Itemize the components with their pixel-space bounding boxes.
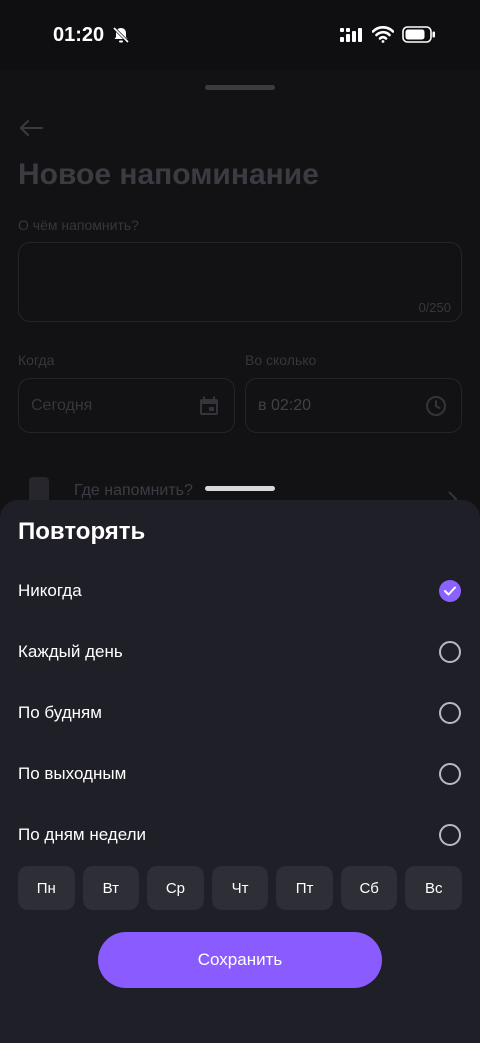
- repeat-option-weekdays[interactable]: По будням: [0, 688, 480, 738]
- character-counter: 0/250: [418, 300, 451, 315]
- repeat-option-weekends[interactable]: По выходным: [0, 749, 480, 799]
- back-arrow-icon[interactable]: [18, 118, 44, 138]
- battery-icon: [402, 26, 435, 43]
- radio-icon[interactable]: [439, 641, 461, 663]
- day-chip-wed[interactable]: Ср: [147, 866, 204, 910]
- repeat-option-every-day[interactable]: Каждый день: [0, 627, 480, 677]
- day-chip-tue[interactable]: Вт: [82, 866, 140, 910]
- page-title: Новое напоминание: [18, 158, 319, 191]
- date-field[interactable]: Сегодня: [18, 378, 235, 433]
- about-label: О чём напомнить?: [18, 217, 139, 233]
- sheet-title: Повторять: [18, 518, 146, 545]
- day-chip-sat[interactable]: Сб: [340, 866, 398, 910]
- when-label: Когда: [18, 352, 55, 368]
- time-value: в 02:20: [258, 397, 311, 414]
- repeat-option-never[interactable]: Никогда: [0, 566, 480, 616]
- option-label: Каждый день: [18, 642, 123, 661]
- option-label: По выходным: [18, 764, 127, 783]
- option-label: По будням: [18, 703, 102, 722]
- time-field[interactable]: в 02:20: [245, 378, 462, 433]
- screen-grabber: [205, 85, 275, 90]
- radio-icon[interactable]: [439, 702, 461, 724]
- bell-off-icon: [112, 26, 130, 44]
- save-button[interactable]: Сохранить: [98, 932, 382, 988]
- option-label: Никогда: [18, 581, 82, 600]
- option-label: По дням недели: [18, 825, 147, 844]
- status-bar: 01:20: [0, 0, 480, 70]
- weekday-selector: Пн Вт Ср Чт Пт Сб Вс: [18, 866, 463, 910]
- where-label: Где напомнить?: [74, 482, 193, 499]
- date-value: Сегодня: [31, 397, 93, 414]
- day-chip-thu[interactable]: Чт: [211, 866, 269, 910]
- radio-icon[interactable]: [439, 824, 461, 846]
- signal-icon: [340, 28, 362, 42]
- repeat-bottom-sheet: Повторять Никогда Каждый день По будням …: [0, 486, 480, 1043]
- repeat-option-days-of-week[interactable]: По дням недели: [0, 810, 480, 860]
- radio-icon[interactable]: [439, 763, 461, 785]
- sheet-grabber[interactable]: [205, 486, 275, 491]
- reminder-text-field[interactable]: 0/250: [18, 242, 462, 322]
- day-chip-fri[interactable]: Пт: [276, 866, 333, 910]
- day-chip-mon[interactable]: Пн: [18, 866, 75, 910]
- clock-icon: [426, 396, 446, 416]
- status-time: 01:20: [53, 24, 105, 46]
- radio-checked-icon[interactable]: [439, 580, 461, 602]
- wifi-icon: [372, 26, 394, 43]
- time-label: Во сколько: [245, 352, 317, 368]
- calendar-icon: [200, 396, 218, 415]
- day-chip-sun[interactable]: Вс: [405, 866, 463, 910]
